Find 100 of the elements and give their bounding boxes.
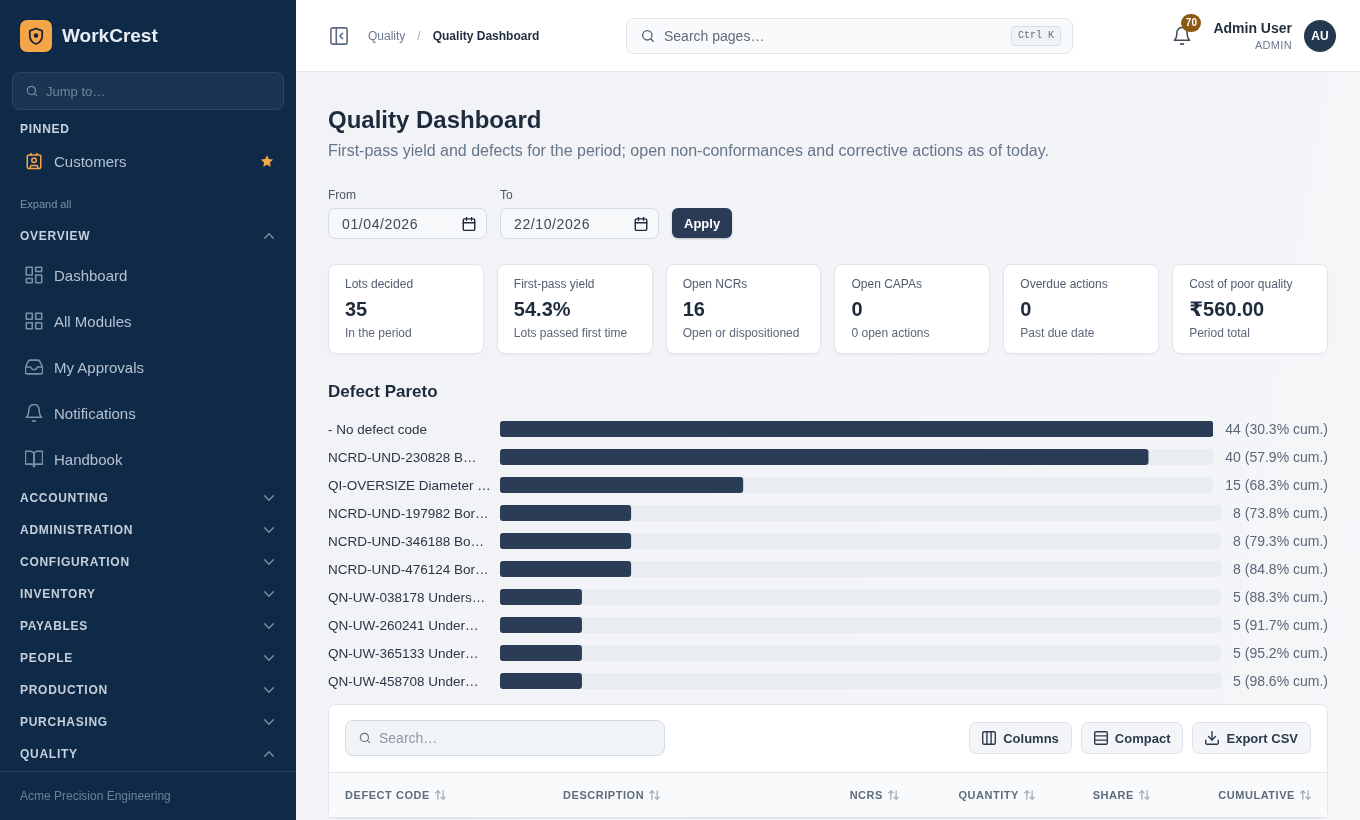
inbox-icon (25, 358, 43, 376)
avatar[interactable]: AU (1304, 19, 1336, 52)
section-title[interactable]: OVERVIEW (20, 229, 91, 243)
category-label: QN-UW-365133 Under… (328, 646, 479, 661)
kpi-label: First-pass yield (513, 276, 595, 292)
column-header[interactable]: QUANTITY (958, 789, 1035, 801)
kpi-label: Open CAPAs (851, 276, 922, 292)
section-title[interactable]: PEOPLE (20, 651, 73, 665)
search-icon (640, 27, 656, 44)
kpi-note: Period total (1189, 325, 1250, 341)
contact-card-icon (25, 152, 43, 170)
chevron-down-icon[interactable] (264, 687, 274, 693)
layout-icon (25, 266, 43, 284)
column-header[interactable]: NCRS (849, 789, 899, 801)
chevron-down-icon[interactable] (264, 719, 274, 725)
kpi-note: Open or dispositioned (682, 325, 800, 341)
column-header[interactable]: CUMULATIVE (1218, 789, 1311, 801)
category-label: - No defect code (328, 422, 428, 437)
sort-icon (888, 790, 899, 800)
value-label: 5 (95.2% cum.) (1233, 645, 1328, 661)
chevron-down-icon[interactable] (264, 655, 274, 661)
section-title[interactable]: PAYABLES (20, 619, 88, 633)
chevron-up-icon[interactable] (264, 751, 274, 757)
category-label: QN-UW-038178 Unders… (328, 590, 486, 605)
chevron-down-icon[interactable] (264, 527, 274, 533)
user-role: ADMIN (1254, 38, 1292, 52)
value-label: 40 (57.9% cum.) (1225, 449, 1328, 465)
grid-icon (25, 312, 43, 330)
user-name: Admin User (1213, 19, 1292, 37)
field-label: From (328, 188, 356, 202)
app-name: WorkCrest (62, 25, 158, 47)
section-title[interactable]: PRODUCTION (20, 683, 108, 697)
bell-icon[interactable] (1173, 26, 1192, 45)
toolbar-button[interactable]: Compact (1080, 722, 1184, 754)
category-label: NCRD-UND-197982 Bor… (328, 506, 489, 521)
section-title[interactable]: INVENTORY (20, 587, 96, 601)
category-label: NCRD-UND-346188 Bo… (328, 534, 485, 549)
search-field[interactable]: Jump to… (12, 72, 284, 110)
category-label: QN-UW-458708 Under… (328, 674, 479, 689)
breadcrumb-link[interactable]: Quality Dashboard (432, 28, 540, 43)
kpi-note: In the period (345, 325, 412, 341)
kpi-value: 0 (1020, 297, 1032, 322)
kpi-value: 35 (345, 297, 368, 322)
nav-item[interactable]: Notifications (0, 390, 296, 436)
date-field[interactable]: 22/10/2026 (500, 208, 659, 239)
nav-item[interactable]: Handbook (0, 436, 296, 482)
kpi-value: 16 (682, 297, 705, 322)
kpi-label: Lots decided (345, 276, 414, 292)
kpi-note: Lots passed first time (513, 325, 628, 341)
toolbar-button[interactable]: Export CSV (1192, 722, 1311, 754)
sort-icon (649, 790, 661, 800)
sort-icon (1139, 790, 1150, 800)
sort-icon (1024, 790, 1035, 800)
section-title[interactable]: ACCOUNTING (20, 491, 109, 505)
chevron-down-icon[interactable] (264, 495, 274, 501)
breadcrumb-link[interactable]: Quality (368, 28, 406, 43)
kpi-value: ₹560.00 (1189, 297, 1265, 322)
nav-item[interactable]: All Modules (0, 298, 296, 344)
column-header[interactable]: SHARE (1092, 789, 1150, 801)
section-title[interactable]: CONFIGURATION (20, 555, 130, 569)
chevron-down-icon[interactable] (264, 623, 274, 629)
kpi-label: Overdue actions (1020, 276, 1108, 292)
section-title[interactable]: QUALITY (20, 747, 78, 761)
calendar-icon[interactable] (462, 216, 476, 231)
breadcrumb-separator: / (417, 28, 421, 43)
search-icon (25, 84, 39, 98)
nav-item[interactable]: My Approvals (0, 344, 296, 390)
bell-icon (25, 404, 43, 422)
value-label: 8 (73.8% cum.) (1233, 505, 1328, 521)
section-title[interactable]: PURCHASING (20, 715, 108, 729)
chevron-down-icon[interactable] (264, 559, 274, 565)
calendar-icon[interactable] (634, 216, 648, 231)
value-label: 8 (79.3% cum.) (1233, 533, 1328, 549)
page-title: Quality Dashboard (328, 105, 542, 135)
sort-icon (434, 790, 446, 800)
value-label: 8 (84.8% cum.) (1233, 561, 1328, 577)
column-header[interactable]: DEFECT CODE (345, 789, 446, 801)
category-label: QI-OVERSIZE Diameter … (328, 478, 491, 493)
field-label: To (500, 188, 513, 202)
section-title[interactable]: ADMINISTRATION (20, 523, 134, 537)
kpi-note: Past due date (1020, 325, 1095, 341)
notification-badge: 70 (1181, 13, 1202, 32)
expand-all-link[interactable]: Expand all (20, 197, 72, 211)
nav-item[interactable]: Dashboard (0, 252, 296, 298)
date-field[interactable]: 01/04/2026 (328, 208, 487, 239)
nav-item[interactable]: Customers (0, 141, 296, 181)
toolbar-button[interactable]: Columns (969, 722, 1072, 754)
value-label: 5 (88.3% cum.) (1233, 589, 1328, 605)
panel-icon[interactable] (330, 26, 348, 45)
chevron-up-icon[interactable] (264, 233, 274, 239)
kpi-note: 0 open actions (851, 325, 930, 341)
apply-button[interactable]: Apply (672, 208, 733, 238)
value-label: 44 (30.3% cum.) (1225, 421, 1328, 437)
group-label: PINNED (20, 121, 70, 137)
kpi-value: 0 (851, 297, 863, 322)
column-header[interactable]: DESCRIPTION (563, 789, 661, 801)
company-name: Acme Precision Engineering (20, 789, 171, 803)
category-label: NCRD-UND-230828 B… (328, 450, 477, 465)
category-label: QN-UW-260241 Under… (328, 618, 479, 633)
chevron-down-icon[interactable] (264, 591, 274, 597)
